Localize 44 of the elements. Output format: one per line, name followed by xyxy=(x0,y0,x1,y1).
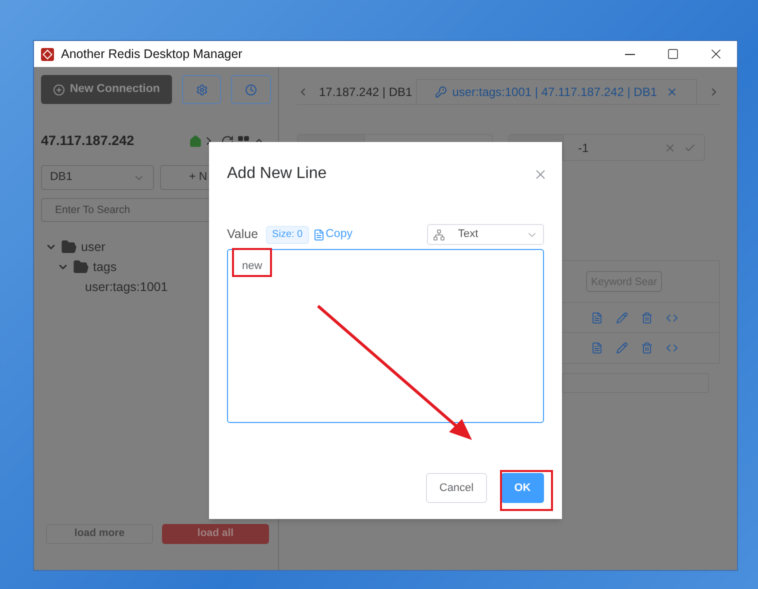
value-label: Value xyxy=(227,226,258,244)
delete-icon[interactable] xyxy=(641,312,653,324)
folder-icon xyxy=(61,239,77,256)
view-icon[interactable] xyxy=(591,342,603,354)
key-icon xyxy=(435,86,448,98)
folder-icon xyxy=(73,259,89,276)
app-logo-icon xyxy=(41,48,54,60)
load-all-button[interactable]: load all xyxy=(162,524,269,544)
format-select[interactable]: Text xyxy=(427,224,544,245)
clock-icon xyxy=(245,84,258,96)
server-name: 47.117.187.242 xyxy=(41,132,134,150)
plus-circle-icon xyxy=(52,84,65,96)
tree-item[interactable]: user:tags:1001 xyxy=(85,278,168,297)
document-icon xyxy=(312,228,325,240)
copy-link[interactable]: Copy xyxy=(312,226,352,244)
tree-item[interactable]: tags xyxy=(93,258,117,277)
check-icon[interactable] xyxy=(684,142,696,154)
size-badge: Size: 0 xyxy=(266,226,309,244)
tab[interactable]: 17.187.242 | DB1 xyxy=(315,79,416,104)
history-button[interactable] xyxy=(231,75,272,104)
settings-button[interactable] xyxy=(182,75,222,104)
ok-button[interactable]: OK xyxy=(501,473,544,503)
code-icon[interactable] xyxy=(666,342,678,354)
tab[interactable]: user:tags:1001 | 47.117.187.242 | DB1 xyxy=(416,79,698,104)
maximize-icon xyxy=(666,48,678,60)
highlight-box xyxy=(500,470,553,511)
close-icon xyxy=(666,86,678,98)
clear-icon[interactable] xyxy=(664,142,676,154)
load-more-button[interactable]: load more xyxy=(46,524,153,544)
edit-icon[interactable] xyxy=(616,342,628,354)
cancel-button[interactable]: Cancel xyxy=(426,473,487,503)
settings-icon xyxy=(196,84,208,96)
window-title: Another Redis Desktop Manager xyxy=(61,46,242,63)
highlight-box xyxy=(232,248,272,277)
tree-item[interactable]: user xyxy=(81,238,106,257)
db-select[interactable]: DB1 xyxy=(41,165,154,190)
new-connection-button[interactable]: New Connection xyxy=(41,75,172,104)
view-icon[interactable] xyxy=(591,312,603,324)
code-icon[interactable] xyxy=(666,312,678,324)
delete-icon[interactable] xyxy=(641,342,653,354)
edit-icon[interactable] xyxy=(616,312,628,324)
value-textarea[interactable]: new xyxy=(227,249,544,423)
hierarchy-icon xyxy=(433,228,445,240)
pagination-field[interactable] xyxy=(562,373,709,393)
